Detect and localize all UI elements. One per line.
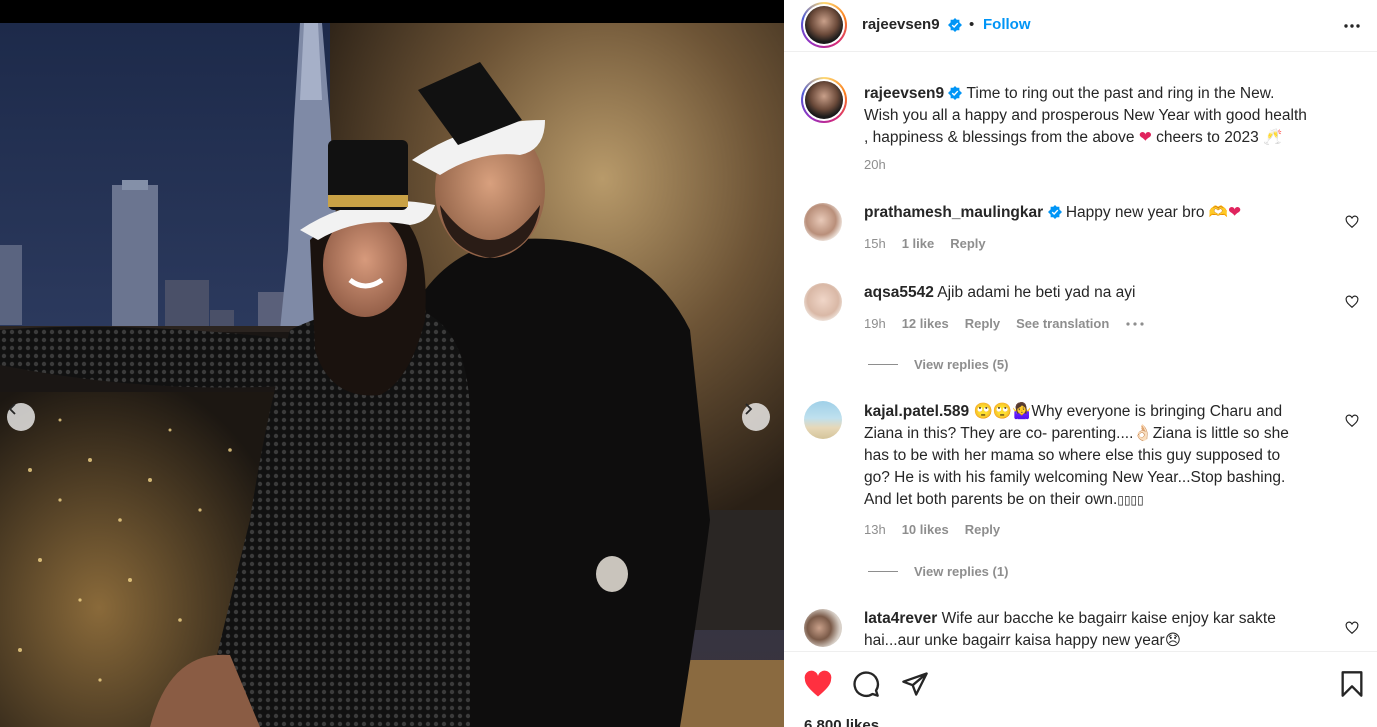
sad-emoji-icon: 😞: [1164, 632, 1181, 649]
comment-item: lata4rever Wife aur bacche ke bagairr ka…: [784, 607, 1377, 651]
comment-time: 15h: [864, 236, 886, 251]
comment-text: prathamesh_maulingkar Happy new year bro…: [864, 202, 1344, 224]
comment-item: kajal.patel.589 🙄🙄🤷‍♀️Why everyone is br…: [784, 399, 1377, 579]
comment-body-line-2: hai...aur unke bagairr kaisa happy new y…: [864, 632, 1165, 649]
view-replies-line: [868, 364, 898, 365]
chevron-left-icon: [8, 403, 16, 415]
comment-body-line-2: Ziana in this? They are co- parenting...…: [864, 425, 1134, 442]
facepalm-emoji-icon: 🤷‍♀️: [1012, 403, 1032, 420]
comment-body-line-5: And let both parents be on their own.: [864, 491, 1118, 508]
post-photo[interactable]: [0, 0, 784, 727]
comment-icon[interactable]: [852, 670, 880, 698]
commenter-avatar[interactable]: [804, 283, 842, 321]
comment-time: 13h: [864, 522, 886, 537]
like-comment-heart-icon[interactable]: [1345, 215, 1359, 229]
verified-badge-icon: [948, 18, 962, 32]
commenter-avatar[interactable]: [804, 609, 842, 647]
verified-badge-icon: [948, 86, 963, 100]
next-photo-button[interactable]: [742, 403, 770, 431]
caption: rajeevsen9 Time to ring out the past and…: [784, 75, 1377, 205]
previous-photo-button[interactable]: [7, 403, 35, 431]
more-options-icon[interactable]: [1342, 16, 1362, 36]
eyeroll-emoji-icon: 🙄🙄: [973, 403, 1013, 420]
view-replies-button[interactable]: View replies (5): [868, 357, 1008, 372]
comment-item: aqsa5542 Ajib adami he beti yad na ayi 1…: [784, 281, 1377, 381]
view-replies-label: View replies (5): [914, 357, 1009, 372]
comment-body: Ajib adami he beti yad na ayi: [937, 284, 1136, 301]
comment-body-line-1: Wife aur bacche ke bagairr kaise enjoy k…: [941, 610, 1276, 627]
caption-time: 20h: [864, 157, 886, 172]
more-options-icon[interactable]: [1125, 321, 1145, 327]
reply-button[interactable]: Reply: [965, 316, 1000, 331]
post-header: rajeevsen9 • Follow: [784, 0, 1377, 52]
comment-likes[interactable]: 1 like: [902, 236, 935, 251]
caption-text: rajeevsen9 Time to ring out the past and…: [864, 83, 1344, 149]
caption-line-1: Time to ring out the past and ring in th…: [966, 85, 1275, 102]
comment-body-line-3: has to be with her mama so where else th…: [864, 447, 1281, 464]
comment-item: prathamesh_maulingkar Happy new year bro…: [784, 201, 1377, 261]
comment-text: lata4rever Wife aur bacche ke bagairr ka…: [864, 608, 1344, 651]
comment-body-line-4: go? He is with his family welcoming New …: [864, 469, 1286, 486]
caption-username[interactable]: rajeevsen9: [864, 85, 944, 102]
comments-list[interactable]: rajeevsen9 Time to ring out the past and…: [784, 53, 1377, 651]
comment-text: kajal.patel.589 🙄🙄🤷‍♀️Why everyone is br…: [864, 401, 1344, 511]
caption-line-3b: cheers to 2023: [1156, 129, 1259, 146]
caption-line-2: Wish you all a happy and prosperous New …: [864, 107, 1307, 124]
author-username[interactable]: rajeevsen9: [862, 16, 940, 33]
comment-body-line-2b: Ziana is little so she: [1152, 425, 1289, 442]
post-actions-bar: 6,800 likes: [784, 651, 1377, 727]
like-comment-heart-icon[interactable]: [1345, 621, 1359, 635]
comment-meta: 13h 10 likes Reply: [864, 522, 1000, 537]
comment-username[interactable]: prathamesh_maulingkar: [864, 204, 1043, 221]
author-avatar[interactable]: [801, 2, 847, 48]
view-replies-line: [868, 571, 898, 572]
commenter-avatar[interactable]: [804, 401, 842, 439]
comment-username[interactable]: kajal.patel.589: [864, 403, 969, 420]
red-heart-emoji-icon: ❤: [1138, 129, 1152, 146]
comment-time: 19h: [864, 316, 886, 331]
comment-body-line-1: Why everyone is bringing Charu and: [1031, 403, 1283, 420]
post-details-panel: rajeevsen9 • Follow rajeevsen9 Time to r…: [784, 0, 1377, 727]
comment-meta: 15h 1 like Reply: [864, 236, 986, 251]
reply-button[interactable]: Reply: [950, 236, 985, 251]
comment-meta: 19h 12 likes Reply See translation: [864, 316, 1145, 331]
heart-icon[interactable]: [803, 670, 833, 698]
pointing-emoji-icon: 👌🏻: [1133, 425, 1153, 442]
comment-username[interactable]: aqsa5542: [864, 284, 934, 301]
commenter-avatar[interactable]: [804, 203, 842, 241]
header-dot-separator: •: [969, 16, 975, 33]
comment-likes[interactable]: 12 likes: [902, 316, 949, 331]
hug-emoji-icon: 🫶: [1208, 204, 1229, 221]
caption-author-avatar[interactable]: [801, 77, 847, 123]
see-translation-button[interactable]: See translation: [1016, 316, 1109, 331]
comment-body: Happy new year bro: [1065, 204, 1205, 221]
like-comment-heart-icon[interactable]: [1345, 295, 1359, 309]
bookmark-icon[interactable]: [1339, 670, 1365, 698]
comment-text: aqsa5542 Ajib adami he beti yad na ayi: [864, 282, 1344, 304]
caption-line-3a: , happiness & blessings from the above: [864, 129, 1135, 146]
view-replies-button[interactable]: View replies (1): [868, 564, 1008, 579]
view-replies-label: View replies (1): [914, 564, 1009, 579]
red-heart-emoji-icon: ❤: [1228, 204, 1242, 221]
caption-meta: 20h: [864, 157, 886, 172]
reply-button[interactable]: Reply: [965, 522, 1000, 537]
post-image: [0, 0, 784, 727]
comment-likes[interactable]: 10 likes: [902, 522, 949, 537]
cheers-emoji-icon: 🥂: [1263, 129, 1283, 146]
share-icon[interactable]: [901, 670, 929, 698]
verified-badge-icon: [1047, 205, 1062, 219]
chevron-right-icon: [745, 403, 753, 415]
comment-username[interactable]: lata4rever: [864, 610, 937, 627]
likes-count[interactable]: 6,800 likes: [804, 717, 879, 727]
like-comment-heart-icon[interactable]: [1345, 414, 1359, 428]
follow-button[interactable]: Follow: [983, 16, 1031, 33]
missing-glyph-icons: ▯▯▯▯: [1117, 493, 1144, 507]
